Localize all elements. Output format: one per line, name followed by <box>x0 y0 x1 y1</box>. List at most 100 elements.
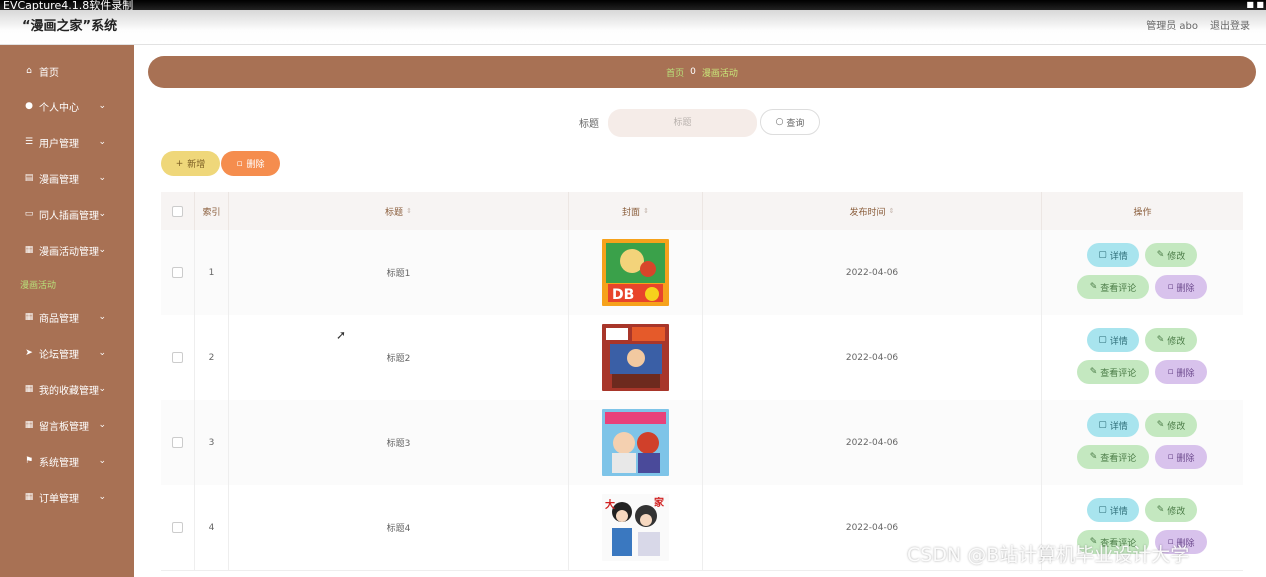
select-all-cell <box>161 192 195 230</box>
column-title[interactable]: 标题 ⇕ <box>229 192 569 230</box>
document-icon: ▢ <box>1098 505 1107 515</box>
row-checkbox[interactable] <box>172 352 183 363</box>
home-icon: ⌂ <box>26 66 32 76</box>
search-input[interactable] <box>608 109 757 137</box>
sidebar-item-label: 订单管理 <box>39 493 79 505</box>
delete-button[interactable]: ▫ 删除 <box>1155 445 1207 469</box>
sidebar-item-system[interactable]: ⚑ 系统管理 ⌄ <box>0 443 134 479</box>
sidebar-item-label: 我的收藏管理 <box>39 385 99 397</box>
row-date: 2022-04-06 <box>703 315 1042 400</box>
edit-button[interactable]: ✎ 修改 <box>1145 498 1197 522</box>
cover-image <box>602 324 669 391</box>
column-actions: 操作 <box>1042 192 1243 230</box>
detail-label: 详情 <box>1109 506 1128 517</box>
book-icon: ▤ <box>24 173 34 183</box>
edit-label: 修改 <box>1167 336 1186 347</box>
edit-button[interactable]: ✎ 修改 <box>1145 243 1197 267</box>
breadcrumb: 首页 0 漫画活动 <box>148 56 1256 88</box>
breadcrumb-separator: 0 <box>690 67 696 77</box>
sidebar-item-label: 漫画活动管理 <box>39 246 99 258</box>
row-actions: ▢ 详情 ✎ 修改 ✎ 查看评论 ▫ 删除 <box>1042 315 1243 400</box>
row-title: 标题3 <box>229 400 569 485</box>
breadcrumb-home[interactable]: 首页 <box>666 66 684 79</box>
sidebar-item-users[interactable]: ☰ 用户管理 ⌄ <box>0 124 134 160</box>
chevron-down-icon: ⌄ <box>98 209 106 219</box>
column-title-label: 标题 <box>385 207 404 218</box>
row-date: 2022-04-06 <box>703 400 1042 485</box>
sidebar-item-fan-art[interactable]: ▭ 同人插画管理 ⌄ <box>0 196 134 232</box>
column-cover[interactable]: 封面 ⇕ <box>569 192 703 230</box>
trash-icon: ▫ <box>1167 367 1174 377</box>
watermark: CSDN @B站计算机毕业设计大学 <box>907 544 1190 566</box>
sidebar-item-label: 用户管理 <box>39 138 79 150</box>
sidebar-item-label: 留言板管理 <box>39 421 89 433</box>
row-select-cell <box>161 400 195 485</box>
grid-icon: ▦ <box>24 245 34 255</box>
row-cover-cell: 大 家 <box>569 485 703 570</box>
edit-button[interactable]: ✎ 修改 <box>1145 328 1197 352</box>
batch-delete-button[interactable]: ▫ 删除 <box>221 151 280 176</box>
sidebar-item-message-board[interactable]: ▦ 留言板管理 ⌄ <box>0 407 134 443</box>
chevron-down-icon: ⌄ <box>98 101 106 111</box>
sidebar-item-label: 系统管理 <box>39 457 79 469</box>
column-date[interactable]: 发布时间 ⇕ <box>703 192 1042 230</box>
current-user: 管理员 abo <box>1146 21 1198 32</box>
sidebar-subitem-comic-events[interactable]: 漫画活动 <box>20 278 56 291</box>
table-row: 1 标题1 DB 2022-04-06 ▢ 详情 ✎ 修改 ✎ 查看评论 ▫ 删除 <box>161 230 1243 316</box>
row-select-cell <box>161 230 195 315</box>
sidebar-item-label: 同人插画管理 <box>39 210 99 222</box>
flag-icon: ⚑ <box>24 456 34 466</box>
sidebar-item-orders[interactable]: ▦ 订单管理 ⌄ <box>0 479 134 515</box>
comments-label: 查看评论 <box>1100 283 1137 294</box>
detail-button[interactable]: ▢ 详情 <box>1087 413 1139 437</box>
column-cover-label: 封面 <box>622 207 641 218</box>
comments-label: 查看评论 <box>1100 453 1137 464</box>
sidebar-item-forum[interactable]: ➤ 论坛管理 ⌄ <box>0 335 134 371</box>
table-header: 索引 标题 ⇕ 封面 ⇕ 发布时间 ⇕ 操作 <box>161 192 1243 230</box>
sidebar-item-favorites[interactable]: ▦ 我的收藏管理 ⌄ <box>0 371 134 407</box>
search-button-label: 查询 <box>786 118 805 129</box>
sidebar-item-comic-events[interactable]: ▦ 漫画活动管理 ⌄ <box>0 232 134 268</box>
pencil-icon: ✎ <box>1156 420 1165 430</box>
detail-button[interactable]: ▢ 详情 <box>1087 498 1139 522</box>
chevron-down-icon: ⌄ <box>98 456 106 466</box>
pencil-icon: ✎ <box>1156 250 1165 260</box>
row-index: 1 <box>195 230 229 315</box>
search-button[interactable]: ○ 查询 <box>760 109 820 135</box>
search-icon: ○ <box>775 117 784 127</box>
recorder-controls[interactable]: ■ ■ <box>1246 0 1264 9</box>
row-checkbox[interactable] <box>172 267 183 278</box>
grid-icon: ▦ <box>24 312 34 322</box>
row-index: 4 <box>195 485 229 570</box>
row-checkbox[interactable] <box>172 522 183 533</box>
row-checkbox[interactable] <box>172 437 183 448</box>
sidebar-item-comics[interactable]: ▤ 漫画管理 ⌄ <box>0 160 134 196</box>
add-button[interactable]: + 新增 <box>161 151 220 176</box>
detail-button[interactable]: ▢ 详情 <box>1087 243 1139 267</box>
view-comments-button[interactable]: ✎ 查看评论 <box>1077 360 1149 384</box>
sidebar-item-profile[interactable]: ● 个人中心 ⌄ <box>0 88 134 124</box>
trash-icon: ▫ <box>1167 452 1174 462</box>
view-comments-button[interactable]: ✎ 查看评论 <box>1077 445 1149 469</box>
select-all-checkbox[interactable] <box>172 205 183 217</box>
view-comments-button[interactable]: ✎ 查看评论 <box>1077 275 1149 299</box>
chevron-down-icon: ⌄ <box>98 173 106 183</box>
row-date: 2022-04-06 <box>703 230 1042 315</box>
row-cover-cell <box>569 400 703 485</box>
sidebar-item-products[interactable]: ▦ 商品管理 ⌄ <box>0 299 134 335</box>
chevron-down-icon: ⌄ <box>98 420 106 430</box>
sidebar-item-home[interactable]: ⌂ 首页 <box>0 53 134 89</box>
delete-button[interactable]: ▫ 删除 <box>1155 360 1207 384</box>
edit-button[interactable]: ✎ 修改 <box>1145 413 1197 437</box>
column-index: 索引 <box>195 192 229 230</box>
recorder-bar: EVCapture4.1.8软件录制 ■ ■ <box>0 0 1266 12</box>
pencil-icon: ✎ <box>1089 367 1098 377</box>
detail-button[interactable]: ▢ 详情 <box>1087 328 1139 352</box>
delete-button[interactable]: ▫ 删除 <box>1155 275 1207 299</box>
chevron-down-icon: ⌄ <box>98 492 106 502</box>
grid-icon: ▦ <box>24 420 34 430</box>
logout-link[interactable]: 退出登录 <box>1210 17 1250 32</box>
row-title: 标题1 <box>229 230 569 315</box>
remove-label: 删除 <box>1176 453 1195 464</box>
detail-label: 详情 <box>1109 336 1128 347</box>
